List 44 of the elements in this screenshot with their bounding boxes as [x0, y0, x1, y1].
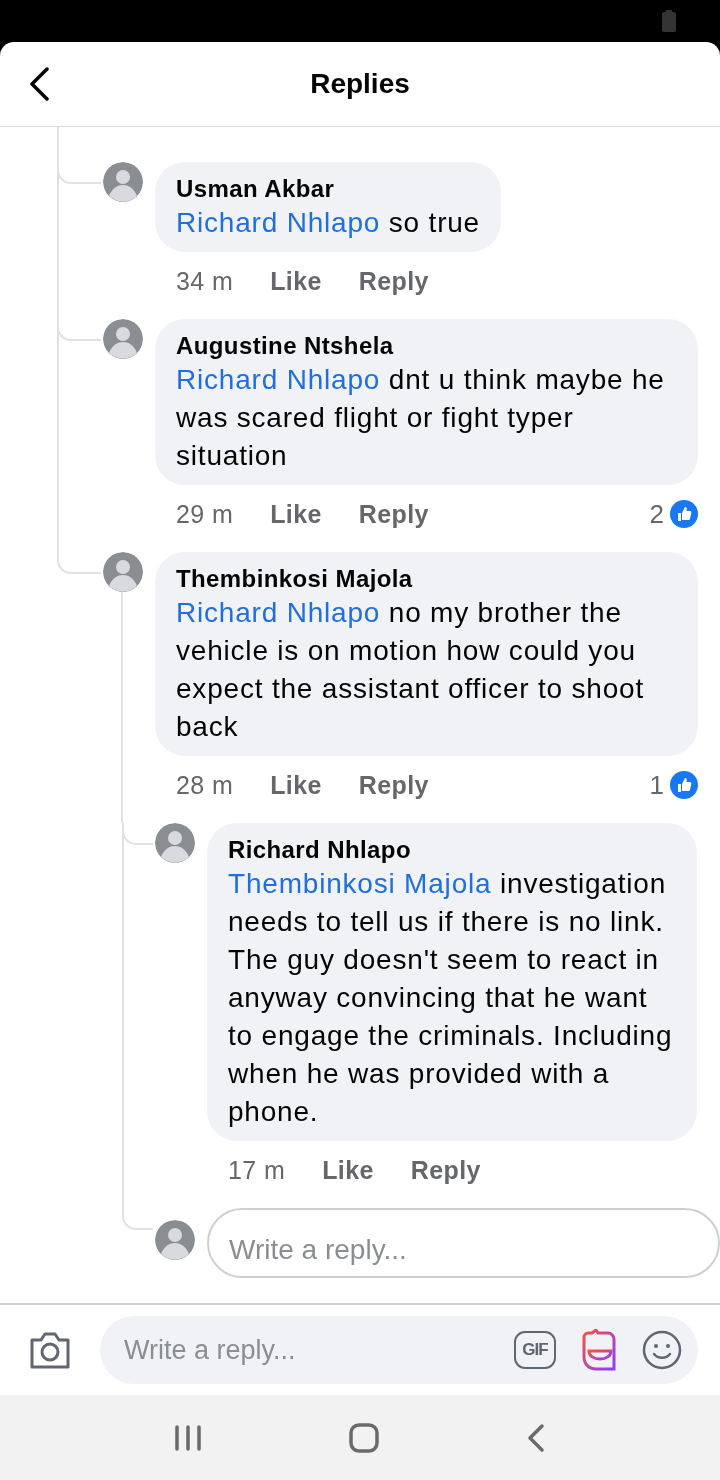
comment-time: 28 m [176, 770, 234, 800]
comment-author: Augustine Ntshela [176, 331, 395, 361]
like-icon [670, 771, 698, 799]
like-icon [670, 500, 698, 528]
comment-time: 17 m [228, 1155, 286, 1185]
mention-link[interactable]: Richard Nhlapo [176, 207, 381, 238]
avatar [155, 823, 195, 863]
comment-time: 29 m [176, 499, 234, 529]
comment-field[interactable]: Write a reply... GIF [100, 1316, 698, 1384]
comment-text: Richard Nhlapo no my brother the vehicle is on motion how could you expect the assistant officer to shoot back [176, 596, 645, 744]
reply-button[interactable]: Reply [410, 1155, 481, 1185]
like-count: 1 [649, 769, 664, 801]
avatar [155, 1220, 195, 1260]
mention-link[interactable]: Thembinkosi Majola [228, 868, 492, 899]
battery-icon [662, 10, 676, 32]
home-icon[interactable] [349, 1422, 379, 1453]
avatar [103, 319, 143, 359]
avatar [103, 162, 143, 202]
comment-input[interactable]: Write a reply... [122, 1333, 492, 1367]
comment-time: 34 m [176, 266, 234, 296]
comment-text: Richard Nhlapo so true [176, 206, 480, 240]
back-icon[interactable] [526, 1422, 547, 1453]
comment-text: Thembinkosi Majola investigation needs to tell us if there is no link. The guy doesn't seem to react in anyway convincing that he want to engage the criminals. Including when he was provided with a phone. [228, 867, 674, 1129]
reply-field[interactable]: Write a reply... [207, 1208, 720, 1278]
camera-icon[interactable] [28, 1330, 72, 1370]
reply-button[interactable]: Reply [358, 770, 429, 800]
like-button[interactable]: Like [270, 499, 322, 529]
comment-author: Richard Nhlapo [228, 835, 412, 865]
like-button[interactable]: Like [270, 266, 322, 296]
mention-link[interactable]: Richard Nhlapo [176, 364, 381, 395]
reply-button[interactable]: Reply [358, 499, 429, 529]
page-title: Replies [310, 68, 410, 100]
emoji-icon[interactable] [642, 1330, 682, 1370]
avatar [103, 552, 143, 592]
recent-apps-icon[interactable] [173, 1424, 202, 1451]
like-count: 2 [649, 498, 664, 530]
reply-button[interactable]: Reply [358, 266, 429, 296]
like-button[interactable]: Like [270, 770, 322, 800]
mention-link[interactable]: Richard Nhlapo [176, 597, 381, 628]
gif-button[interactable]: GIF [514, 1331, 556, 1369]
comment-text: Richard Nhlapo dnt u think maybe he was scared flight or fight typer situation [176, 363, 666, 473]
like-button[interactable]: Like [322, 1155, 374, 1185]
comment-author: Thembinkosi Majola [176, 564, 414, 594]
comment-author: Usman Akbar [176, 174, 336, 204]
